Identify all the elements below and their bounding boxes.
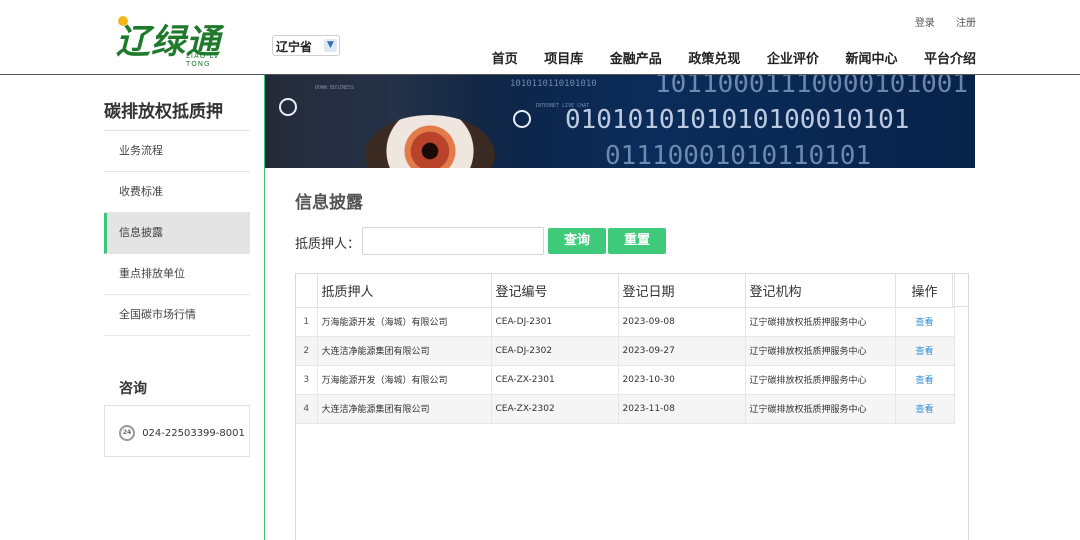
row-reg-no: CEA-DJ-2301 [491,307,619,337]
reset-button[interactable]: 重置 [608,228,666,254]
register-link[interactable]: 注册 [956,18,976,29]
sidebar-item-process[interactable]: 业务流程 [104,131,250,172]
row-action-cell: 查看 [895,307,955,337]
nav-about[interactable]: 平台介绍 [924,52,976,67]
sidebar-item-disclosure[interactable]: 信息披露 [104,213,250,254]
table-row: 4 大连洁净能源集团有限公司 CEA-ZX-2302 2023-11-08 辽宁… [296,394,955,424]
banner-binary: 10110001110000101001 [655,75,969,99]
row-org: 辽宁碳排放权抵质押服务中心 [745,365,896,395]
view-link[interactable]: 查看 [915,405,933,415]
phone-number: 024-22503399-8001 [142,428,245,439]
row-action-cell: 查看 [895,365,955,395]
column-header-index [296,274,318,308]
row-reg-no: CEA-DJ-2302 [491,336,619,366]
site-logo[interactable]: 辽绿通 LIAO LV TONG [116,14,246,68]
consult-title: 咨询 [119,381,147,397]
province-value: 辽宁省 [276,40,313,54]
globe-icon [279,98,297,116]
row-index: 2 [296,336,318,366]
pledger-search-input[interactable] [362,227,544,255]
column-header-reg-no: 登记编号 [491,274,619,308]
consult-box: 24 024-22503399-8001 [104,405,250,457]
sidebar-title: 碳排放权抵质押 [104,75,250,131]
main-nav: 首页 项目库 金融产品 政策兑现 企业评价 新闻中心 平台介绍 [470,48,976,67]
nav-enterprise-rating[interactable]: 企业评价 [767,52,819,67]
logo-sun-icon [118,16,128,26]
row-pledger: 万海能源开发（海城）有限公司 [317,307,492,337]
view-link[interactable]: 查看 [915,376,933,386]
banner-image: 1010110110101010 10110001110000101001 01… [265,75,975,168]
chevron-down-icon: ▼ [324,39,337,52]
nav-home[interactable]: 首页 [492,52,518,67]
login-link[interactable]: 登录 [915,18,935,29]
row-pledger: 万海能源开发（海城）有限公司 [317,365,492,395]
row-action-cell: 查看 [895,336,955,366]
sidebar-item-fees[interactable]: 收费标准 [104,172,250,213]
query-button[interactable]: 查询 [548,228,606,254]
row-reg-no: CEA-ZX-2301 [491,365,619,395]
row-org: 辽宁碳排放权抵质押服务中心 [745,336,896,366]
row-date: 2023-09-08 [618,307,746,337]
table-row: 3 万海能源开发（海城）有限公司 CEA-ZX-2301 2023-10-30 … [296,365,955,395]
banner-binary: 0101010101010100010101 [565,105,910,135]
row-org: 辽宁碳排放权抵质押服务中心 [745,394,896,424]
globe-icon [513,110,531,128]
banner-binary: 01110001010110101 [605,141,872,168]
row-index: 1 [296,307,318,337]
row-pledger: 大连洁净能源集团有限公司 [317,336,492,366]
search-label: 抵质押人： [295,237,361,252]
nav-news[interactable]: 新闻中心 [845,52,897,67]
row-index: 4 [296,394,318,424]
page-title: 信息披露 [295,193,363,213]
view-link[interactable]: 查看 [915,318,933,328]
banner-small-text: DOWN BUSINESS [315,85,355,91]
table-row: 1 万海能源开发（海城）有限公司 CEA-DJ-2301 2023-09-08 … [296,307,955,337]
nav-policy[interactable]: 政策兑现 [688,52,740,67]
row-date: 2023-10-30 [618,365,746,395]
row-org: 辽宁碳排放权抵质押服务中心 [745,307,896,337]
table-header-row: 抵质押人 登记编号 登记日期 登记机构 操作 [296,274,955,308]
phone-icon: 24 [119,425,135,441]
column-header-org: 登记机构 [745,274,896,308]
nav-financial-products[interactable]: 金融产品 [610,52,662,67]
column-header-action: 操作 [895,274,955,308]
disclosure-table: 抵质押人 登记编号 登记日期 登记机构 操作 1 万海能源开发（海城）有限公司 … [295,273,969,540]
logo-subtitle: LIAO LV TONG [186,52,220,68]
column-header-date: 登记日期 [618,274,746,308]
table-scrollbar-header [952,274,968,307]
row-date: 2023-09-27 [618,336,746,366]
sidebar-item-national-market[interactable]: 全国碳市场行情 [104,295,250,336]
banner-binary: 1010110110101010 [510,79,597,89]
province-select[interactable]: 辽宁省 ▼ [272,35,340,56]
sidebar: 碳排放权抵质押 业务流程 收费标准 信息披露 重点排放单位 全国碳市场行情 咨询… [104,75,250,457]
row-pledger: 大连洁净能源集团有限公司 [317,394,492,424]
nav-projects[interactable]: 项目库 [544,52,583,67]
row-reg-no: CEA-ZX-2302 [491,394,619,424]
column-header-pledger: 抵质押人 [317,274,492,308]
site-header: 辽绿通 LIAO LV TONG 辽宁省 ▼ 登录 注册 首页 项目库 金融产品… [0,0,1080,75]
account-links: 登录 注册 [897,14,976,29]
sidebar-item-key-emitters[interactable]: 重点排放单位 [104,254,250,295]
row-index: 3 [296,365,318,395]
banner-small-text: INTERNET LIVE CHAT [535,103,590,109]
view-link[interactable]: 查看 [915,347,933,357]
row-action-cell: 查看 [895,394,955,424]
table-row: 2 大连洁净能源集团有限公司 CEA-DJ-2302 2023-09-27 辽宁… [296,336,955,366]
row-date: 2023-11-08 [618,394,746,424]
